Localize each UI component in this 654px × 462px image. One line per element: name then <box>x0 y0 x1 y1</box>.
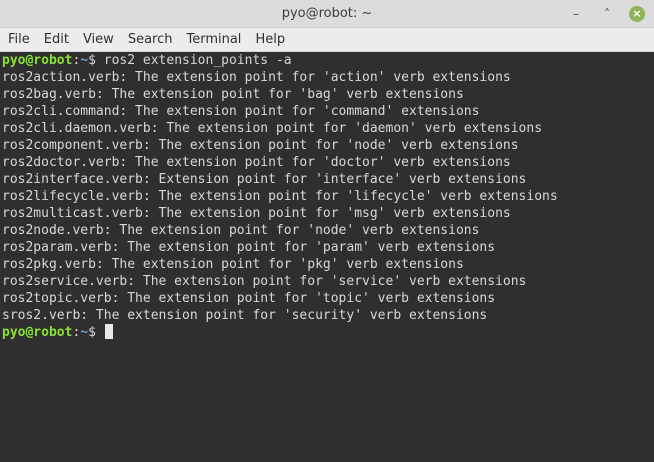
prompt-user-host: pyo@robot <box>2 325 73 340</box>
output-line: ros2cli.daemon.verb: The extension point… <box>2 121 543 136</box>
menu-file[interactable]: File <box>1 28 37 52</box>
prompt-user-host: pyo@robot <box>2 53 73 68</box>
minimize-button[interactable]: – <box>566 4 586 24</box>
terminal-area[interactable]: pyo@robot:~$ ros2 extension_points -a ro… <box>0 52 654 462</box>
menu-edit[interactable]: Edit <box>37 28 76 52</box>
output-line: ros2service.verb: The extension point fo… <box>2 274 527 289</box>
prompt-symbol: $ <box>88 53 96 68</box>
menu-search[interactable]: Search <box>121 28 180 52</box>
menu-help[interactable]: Help <box>248 28 292 52</box>
maximize-icon: ˄ <box>604 7 610 21</box>
output-line: ros2cli.command: The extension point for… <box>2 104 480 119</box>
menu-view[interactable]: View <box>76 28 121 52</box>
minimize-icon: – <box>573 7 579 21</box>
title-bar[interactable]: pyo@robot: ~ – ˄ × <box>0 0 654 28</box>
output-line: ros2component.verb: The extension point … <box>2 138 519 153</box>
output-line: ros2multicast.verb: The extension point … <box>2 206 511 221</box>
text-cursor[interactable] <box>104 324 113 339</box>
output-line: ros2topic.verb: The extension point for … <box>2 291 496 306</box>
output-line: ros2interface.verb: Extension point for … <box>2 172 527 187</box>
output-line: ros2lifecycle.verb: The extension point … <box>2 189 558 204</box>
prompt-path: ~ <box>80 325 89 340</box>
output-line: ros2action.verb: The extension point for… <box>2 70 511 85</box>
output-line: sros2.verb: The extension point for 'sec… <box>2 308 488 323</box>
current-prompt-line: pyo@robot:~$ <box>2 324 654 341</box>
output-line: ros2node.verb: The extension point for '… <box>2 223 480 238</box>
prompt-path: ~ <box>80 53 89 68</box>
terminal-window: pyo@robot: ~ – ˄ × File Edit View Search… <box>0 0 654 462</box>
close-icon: × <box>629 6 645 22</box>
output-line: ros2param.verb: The extension point for … <box>2 240 496 255</box>
menu-bar: File Edit View Search Terminal Help <box>0 28 654 52</box>
output-line: ros2bag.verb: The extension point for 'b… <box>2 87 464 102</box>
window-title: pyo@robot: ~ <box>281 6 373 21</box>
prompt-symbol: $ <box>88 325 96 340</box>
output-line: ros2pkg.verb: The extension point for 'p… <box>2 257 464 272</box>
output-line: ros2doctor.verb: The extension point for… <box>2 155 511 170</box>
close-button[interactable]: × <box>627 4 647 24</box>
command-text: ros2 extension_points -a <box>95 53 292 68</box>
menu-terminal[interactable]: Terminal <box>179 28 248 52</box>
command-line: pyo@robot:~$ ros2 extension_points -a <box>2 52 654 69</box>
maximize-button[interactable]: ˄ <box>597 4 617 24</box>
